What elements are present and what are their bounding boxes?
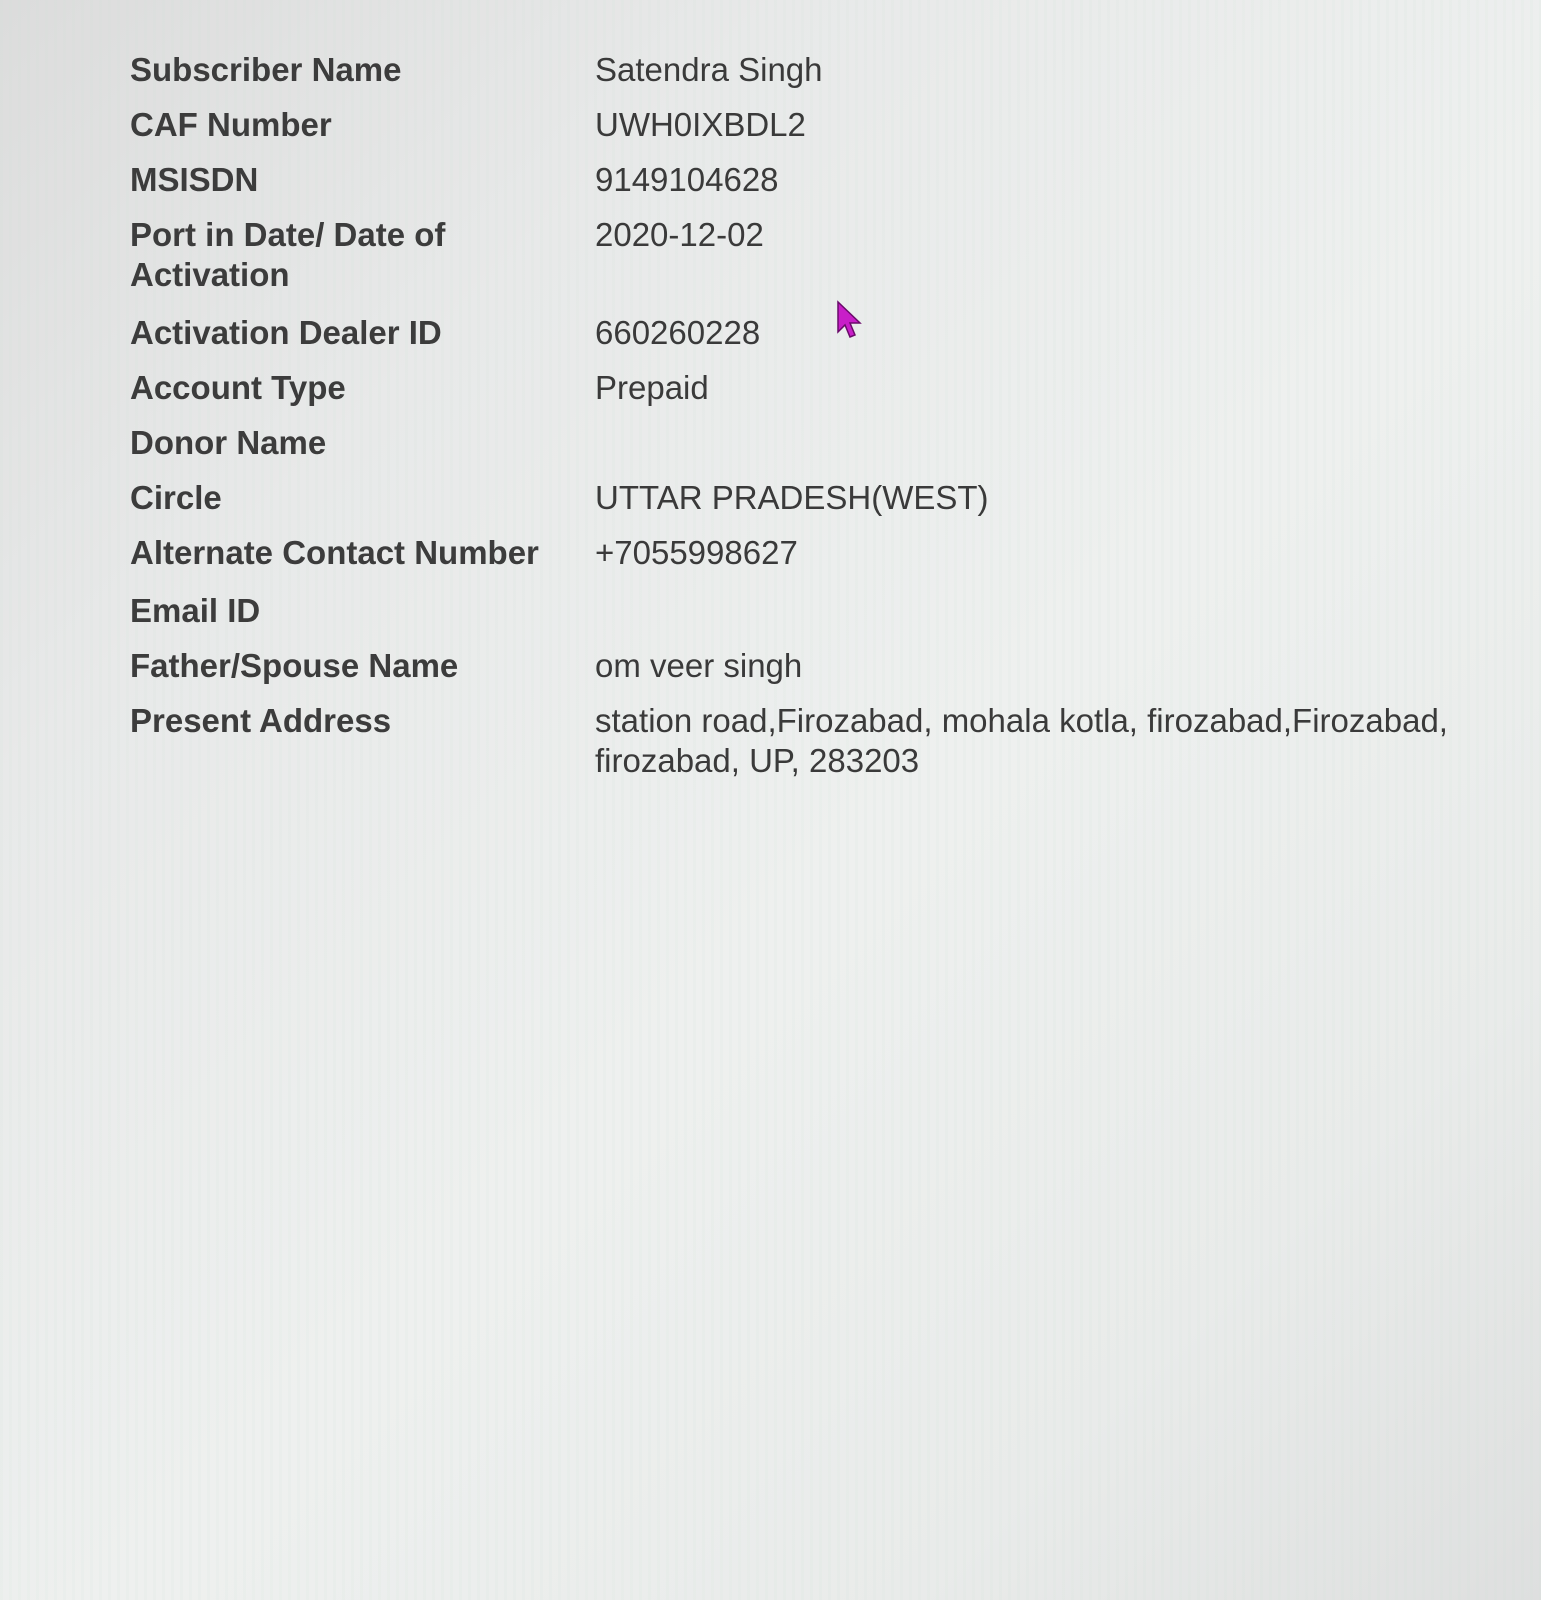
label-donor-name: Donor Name <box>130 424 327 461</box>
label-activation-date: Port in Date/ Date of Activation <box>130 216 446 293</box>
mouse-pointer-icon <box>836 300 866 342</box>
detail-row-activation-dealer-id: Activation Dealer ID 660260228 <box>130 313 1510 368</box>
value-alternate-contact: +7055998627 <box>595 534 798 571</box>
detail-row-activation-date: Port in Date/ Date of Activation 2020-12… <box>130 215 1510 313</box>
detail-row-account-type: Account Type Prepaid <box>130 368 1510 423</box>
value-present-address: station road,Firozabad, mohala kotla, fi… <box>595 702 1448 779</box>
value-account-type: Prepaid <box>595 369 709 406</box>
value-donor-name <box>595 423 1510 478</box>
label-circle: Circle <box>130 479 222 516</box>
label-subscriber-name: Subscriber Name <box>130 51 402 88</box>
value-activation-date: 2020-12-02 <box>595 216 764 253</box>
value-activation-dealer-id: 660260228 <box>595 314 761 351</box>
detail-row-msisdn: MSISDN 9149104628 <box>130 160 1510 215</box>
label-msisdn: MSISDN <box>130 161 259 198</box>
label-father-spouse-name: Father/Spouse Name <box>130 647 459 684</box>
value-circle: UTTAR PRADESH(WEST) <box>595 479 989 516</box>
value-email-id <box>595 591 1510 646</box>
value-subscriber-name: Satendra Singh <box>595 51 823 88</box>
value-father-spouse-name: om veer singh <box>595 647 803 684</box>
value-caf-number: UWH0IXBDL2 <box>595 106 806 143</box>
label-account-type: Account Type <box>130 369 346 406</box>
detail-row-donor-name: Donor Name <box>130 423 1510 478</box>
detail-row-father-spouse-name: Father/Spouse Name om veer singh <box>130 646 1510 701</box>
subscriber-details-table: Subscriber Name Satendra Singh CAF Numbe… <box>130 50 1510 796</box>
detail-row-circle: Circle UTTAR PRADESH(WEST) <box>130 478 1510 533</box>
detail-row-present-address: Present Address station road,Firozabad, … <box>130 701 1510 796</box>
detail-row-alternate-contact: Alternate Contact Number +7055998627 <box>130 533 1510 591</box>
label-alternate-contact: Alternate Contact Number <box>130 534 539 571</box>
label-activation-dealer-id: Activation Dealer ID <box>130 314 442 351</box>
label-caf-number: CAF Number <box>130 106 332 143</box>
label-present-address: Present Address <box>130 702 392 739</box>
detail-row-email-id: Email ID <box>130 591 1510 646</box>
label-email-id: Email ID <box>130 592 261 629</box>
detail-row-caf-number: CAF Number UWH0IXBDL2 <box>130 105 1510 160</box>
detail-row-subscriber-name: Subscriber Name Satendra Singh <box>130 50 1510 105</box>
value-msisdn: 9149104628 <box>595 161 779 198</box>
